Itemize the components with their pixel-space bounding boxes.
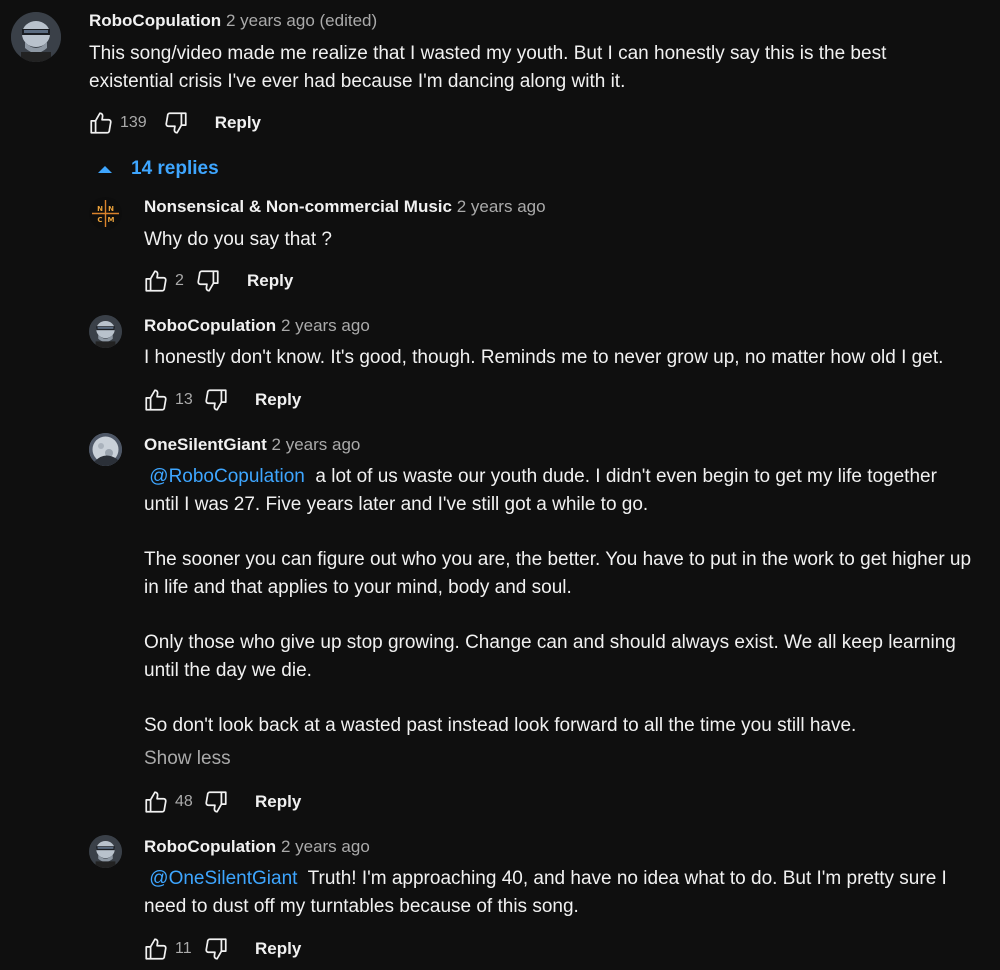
thumbs-up-icon: [90, 112, 112, 134]
text-line: Only those who give up stop growing. Cha…: [144, 632, 956, 653]
timestamp[interactable]: 2 years ago: [281, 837, 370, 856]
dislike-button[interactable]: [193, 266, 223, 296]
avatar[interactable]: N N C M: [89, 197, 122, 230]
text-line: This song/video made me realize that I w…: [89, 43, 887, 64]
replies-toggle-button[interactable]: 14 replies: [97, 158, 219, 180]
avatar[interactable]: [89, 835, 122, 868]
like-count: 48: [175, 793, 193, 810]
reply-comment: N N C M Nonsensical & Non-commercial Mus…: [0, 190, 1000, 305]
thumbs-down-icon: [197, 270, 219, 292]
comment-header: RoboCopulation 2 years ago: [144, 837, 370, 857]
like-count: 139: [120, 114, 147, 131]
comment-header: OneSilentGiant 2 years ago: [144, 435, 360, 455]
like-button[interactable]: [141, 934, 171, 964]
thumbs-down-icon: [205, 389, 227, 411]
logo-letter: N: [108, 205, 114, 213]
user-mention-link[interactable]: @RoboCopulation: [149, 466, 305, 487]
comment-text: I honestly don't know. It's good, though…: [144, 344, 943, 372]
author-name[interactable]: RoboCopulation: [144, 837, 276, 856]
logo-letter: N: [97, 205, 103, 213]
comment-text: Why do you say that ?: [144, 226, 332, 254]
caret-up-icon: [98, 166, 112, 173]
timestamp[interactable]: 2 years ago (edited): [226, 11, 377, 30]
thumbs-down-icon: [205, 938, 227, 960]
avatar[interactable]: [11, 12, 61, 62]
reply-comment: RoboCopulation 2 years ago I honestly do…: [0, 309, 1000, 424]
comment-header: RoboCopulation 2 years ago: [144, 316, 370, 336]
reply-button[interactable]: Reply: [255, 390, 301, 410]
logo-letter: M: [108, 216, 115, 224]
author-name[interactable]: RoboCopulation: [89, 11, 221, 30]
comment-text: @OneSilentGiant Truth! I'm approaching 4…: [144, 865, 994, 920]
robocop-avatar-icon: [89, 835, 122, 868]
text-line: in life and that applies to your mind, b…: [144, 576, 572, 598]
text-line: until I was 27. Five years later and I'v…: [144, 493, 649, 515]
comment-header: Nonsensical & Non-commercial Music 2 yea…: [144, 197, 546, 217]
like-button[interactable]: [141, 787, 171, 817]
like-count: 2: [175, 272, 184, 289]
logo-letter: C: [97, 216, 102, 224]
text-line: existential crisis I've ever had because…: [89, 70, 626, 92]
author-name[interactable]: OneSilentGiant: [144, 435, 267, 454]
like-count: 13: [175, 391, 193, 408]
reply-button[interactable]: Reply: [255, 939, 301, 959]
comment-header: RoboCopulation 2 years ago (edited): [89, 11, 377, 31]
replies-count-label: 14 replies: [131, 158, 219, 179]
text-fragment: a lot of us waste our youth dude. I didn…: [310, 466, 937, 487]
thumbs-up-icon: [145, 791, 167, 813]
avatar[interactable]: [89, 433, 122, 466]
like-button[interactable]: [141, 266, 171, 296]
text-fragment: Truth! I'm approaching 40, and have no i…: [302, 868, 947, 889]
text-line: The sooner you can figure out who you ar…: [144, 549, 972, 570]
text-line: @RoboCopulation a lot of us waste our yo…: [144, 463, 994, 491]
comment-actions: 48 Reply: [141, 787, 301, 817]
thumbs-down-icon: [205, 791, 227, 813]
dislike-button[interactable]: [201, 934, 231, 964]
text-line: I honestly don't know. It's good, though…: [144, 347, 944, 368]
timestamp[interactable]: 2 years ago: [457, 197, 546, 216]
comment-actions: 2 Reply: [141, 266, 293, 296]
text-line: @OneSilentGiant Truth! I'm approaching 4…: [144, 865, 994, 893]
text-line: need to dust off my turntables because o…: [144, 895, 579, 917]
author-name[interactable]: Nonsensical & Non-commercial Music: [144, 197, 452, 216]
author-name[interactable]: RoboCopulation: [144, 316, 276, 335]
like-button[interactable]: [141, 385, 171, 415]
like-button[interactable]: [86, 108, 116, 138]
thumbs-up-icon: [145, 389, 167, 411]
text-line: So don't look back at a wasted past inst…: [144, 715, 857, 736]
comment-text: @RoboCopulation a lot of us waste our yo…: [144, 463, 994, 740]
reply-button[interactable]: Reply: [247, 271, 293, 291]
reply-button[interactable]: Reply: [255, 792, 301, 812]
robocop-avatar-icon: [89, 315, 122, 348]
like-count: 11: [175, 940, 192, 957]
robocop-avatar-icon: [11, 12, 61, 62]
comment-actions: 13 Reply: [141, 385, 301, 415]
dislike-button[interactable]: [201, 385, 231, 415]
comment-thread: RoboCopulation 2 years ago (edited) This…: [0, 0, 1000, 150]
timestamp[interactable]: 2 years ago: [281, 316, 370, 335]
comment-text: This song/video made me realize that I w…: [89, 40, 886, 95]
thumbs-up-icon: [145, 938, 167, 960]
reply-comment: RoboCopulation 2 years ago @OneSilentGia…: [0, 830, 1000, 970]
user-mention-link[interactable]: @OneSilentGiant: [149, 868, 297, 889]
show-less-button[interactable]: Show less: [144, 748, 231, 770]
text-line: Why do you say that ?: [144, 229, 332, 250]
timestamp[interactable]: 2 years ago: [272, 435, 361, 454]
thumbs-up-icon: [145, 270, 167, 292]
reply-comment: OneSilentGiant 2 years ago @RoboCopulati…: [0, 428, 1000, 823]
comment-actions: 11 Reply: [141, 934, 301, 964]
comment-actions: 139 Reply: [86, 108, 261, 138]
nncm-logo-icon: N N C M: [89, 197, 122, 230]
moon-avatar-icon: [89, 433, 122, 466]
avatar[interactable]: [89, 315, 122, 348]
reply-button[interactable]: Reply: [215, 113, 261, 133]
thumbs-down-icon: [165, 112, 187, 134]
dislike-button[interactable]: [201, 787, 231, 817]
text-line: until the day we die.: [144, 659, 312, 681]
dislike-button[interactable]: [161, 108, 191, 138]
